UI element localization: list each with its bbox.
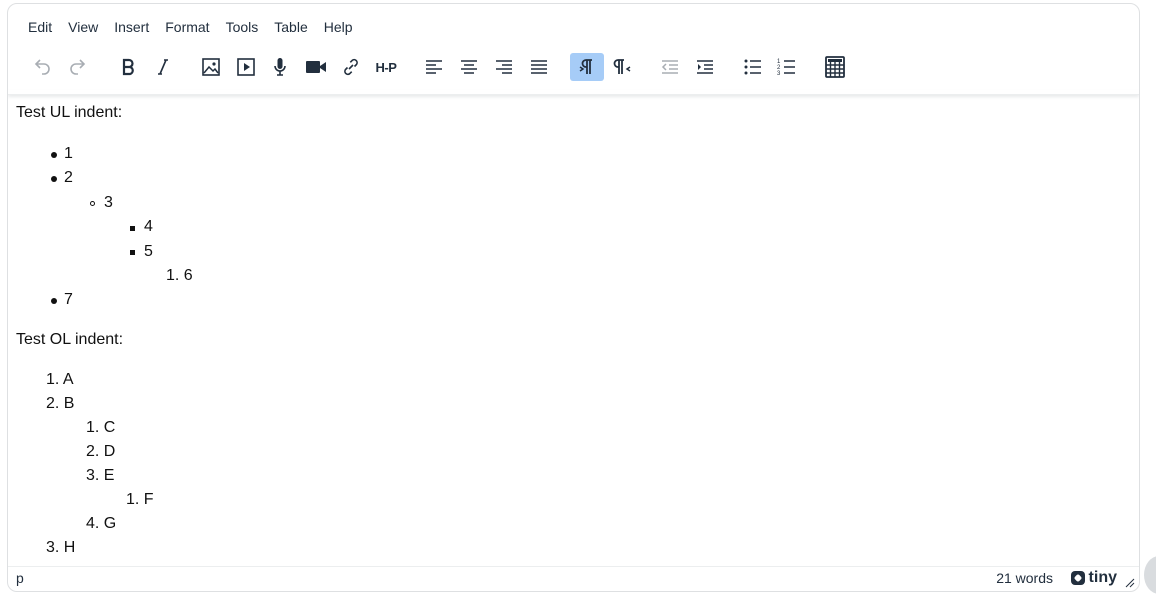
align-left-button[interactable] — [417, 53, 451, 81]
microphone-icon — [274, 58, 286, 76]
redo-icon — [70, 59, 86, 75]
tiny-brand-link[interactable]: tiny — [1070, 569, 1117, 587]
list-item: 2 — [64, 169, 73, 186]
tiny-brand-label: tiny — [1088, 569, 1117, 586]
justify-button[interactable] — [522, 53, 556, 81]
outdent-icon — [661, 60, 678, 74]
list-item: 7 — [64, 291, 73, 308]
ul-heading: Test UL indent: — [16, 104, 123, 121]
svg-text:3: 3 — [777, 71, 781, 77]
list-item: 1 — [64, 145, 73, 162]
align-left-icon — [426, 60, 442, 74]
calculator-button[interactable] — [818, 53, 852, 81]
list-item: 4. G — [86, 515, 117, 532]
align-right-button[interactable] — [487, 53, 521, 81]
bullet-disc — [51, 298, 57, 304]
list-item: 3. H — [46, 539, 76, 556]
h5p-button[interactable]: H-P — [369, 53, 403, 81]
list-item: 2. B — [46, 395, 75, 412]
undo-button[interactable] — [25, 53, 59, 81]
h5p-icon: H-P — [375, 59, 397, 75]
element-path[interactable]: p — [16, 570, 24, 586]
bullet-disc — [51, 176, 57, 182]
image-icon — [202, 58, 220, 76]
italic-button[interactable] — [146, 53, 180, 81]
statusbar: p 21 words tiny — [8, 566, 1139, 591]
menubar: Edit View Insert Format Tools Table Help — [20, 16, 361, 38]
video-camera-icon — [306, 61, 326, 73]
menu-table[interactable]: Table — [266, 16, 315, 38]
insert-media-button[interactable] — [229, 53, 263, 81]
bold-icon — [122, 58, 134, 76]
media-icon — [237, 58, 255, 76]
record-audio-button[interactable] — [263, 53, 297, 81]
list-item: 3 — [104, 194, 113, 211]
menu-tools[interactable]: Tools — [218, 16, 267, 38]
undo-icon — [34, 59, 50, 75]
ltr-paragraph-icon — [579, 59, 592, 74]
align-center-icon — [461, 60, 477, 74]
list-item: 3. E — [86, 467, 115, 484]
indent-icon — [697, 60, 713, 74]
menu-view[interactable]: View — [60, 16, 106, 38]
list-item: 1. 6 — [166, 267, 193, 284]
bullet-list-icon — [744, 59, 761, 75]
calculator-icon — [825, 56, 845, 78]
tiny-logo-icon — [1070, 571, 1085, 585]
ltr-button[interactable] — [570, 53, 604, 81]
bullet-disc — [51, 152, 57, 158]
menu-format[interactable]: Format — [157, 16, 217, 38]
list-item: 2. D — [86, 443, 116, 460]
list-item: 4 — [144, 218, 153, 235]
list-item: 5 — [144, 243, 153, 260]
align-right-icon — [496, 60, 512, 74]
rtl-paragraph-icon — [613, 59, 631, 74]
editor-container: Edit View Insert Format Tools Table Help — [7, 3, 1140, 592]
rtl-button[interactable] — [605, 53, 639, 81]
link-icon — [344, 58, 358, 76]
bullet-square — [130, 226, 135, 231]
justify-icon — [531, 60, 547, 74]
redo-button[interactable] — [61, 53, 95, 81]
ol-heading: Test OL indent: — [16, 331, 124, 348]
word-count[interactable]: 21 words — [996, 570, 1053, 586]
outdent-button[interactable] — [653, 53, 687, 81]
align-center-button[interactable] — [452, 53, 486, 81]
list-item: 1. A — [46, 371, 74, 388]
list-item: 1. C — [86, 419, 116, 436]
italic-icon — [158, 59, 168, 75]
numbered-list-icon: 123 — [777, 59, 795, 77]
bold-button[interactable] — [111, 53, 145, 81]
insert-image-button[interactable] — [194, 53, 228, 81]
insert-link-button[interactable] — [334, 53, 368, 81]
resize-handle-icon[interactable] — [1125, 578, 1135, 588]
menu-help[interactable]: Help — [316, 16, 361, 38]
bullet-circle — [90, 201, 95, 206]
bullet-square — [130, 250, 135, 255]
menu-edit[interactable]: Edit — [20, 16, 60, 38]
toolbar: H-P 1 2 3 — [21, 53, 1131, 83]
bullet-list-button[interactable] — [736, 53, 770, 81]
menu-insert[interactable]: Insert — [106, 16, 157, 38]
indent-button[interactable] — [688, 53, 722, 81]
editor-content[interactable]: Test UL indent: 1 2 3 4 5 1. 6 7 Test OL… — [16, 94, 1139, 566]
record-video-button[interactable] — [299, 53, 333, 81]
list-item: 1. F — [126, 491, 154, 508]
numbered-list-button[interactable]: 123 — [770, 53, 804, 81]
floating-help-widget[interactable] — [1144, 556, 1156, 594]
